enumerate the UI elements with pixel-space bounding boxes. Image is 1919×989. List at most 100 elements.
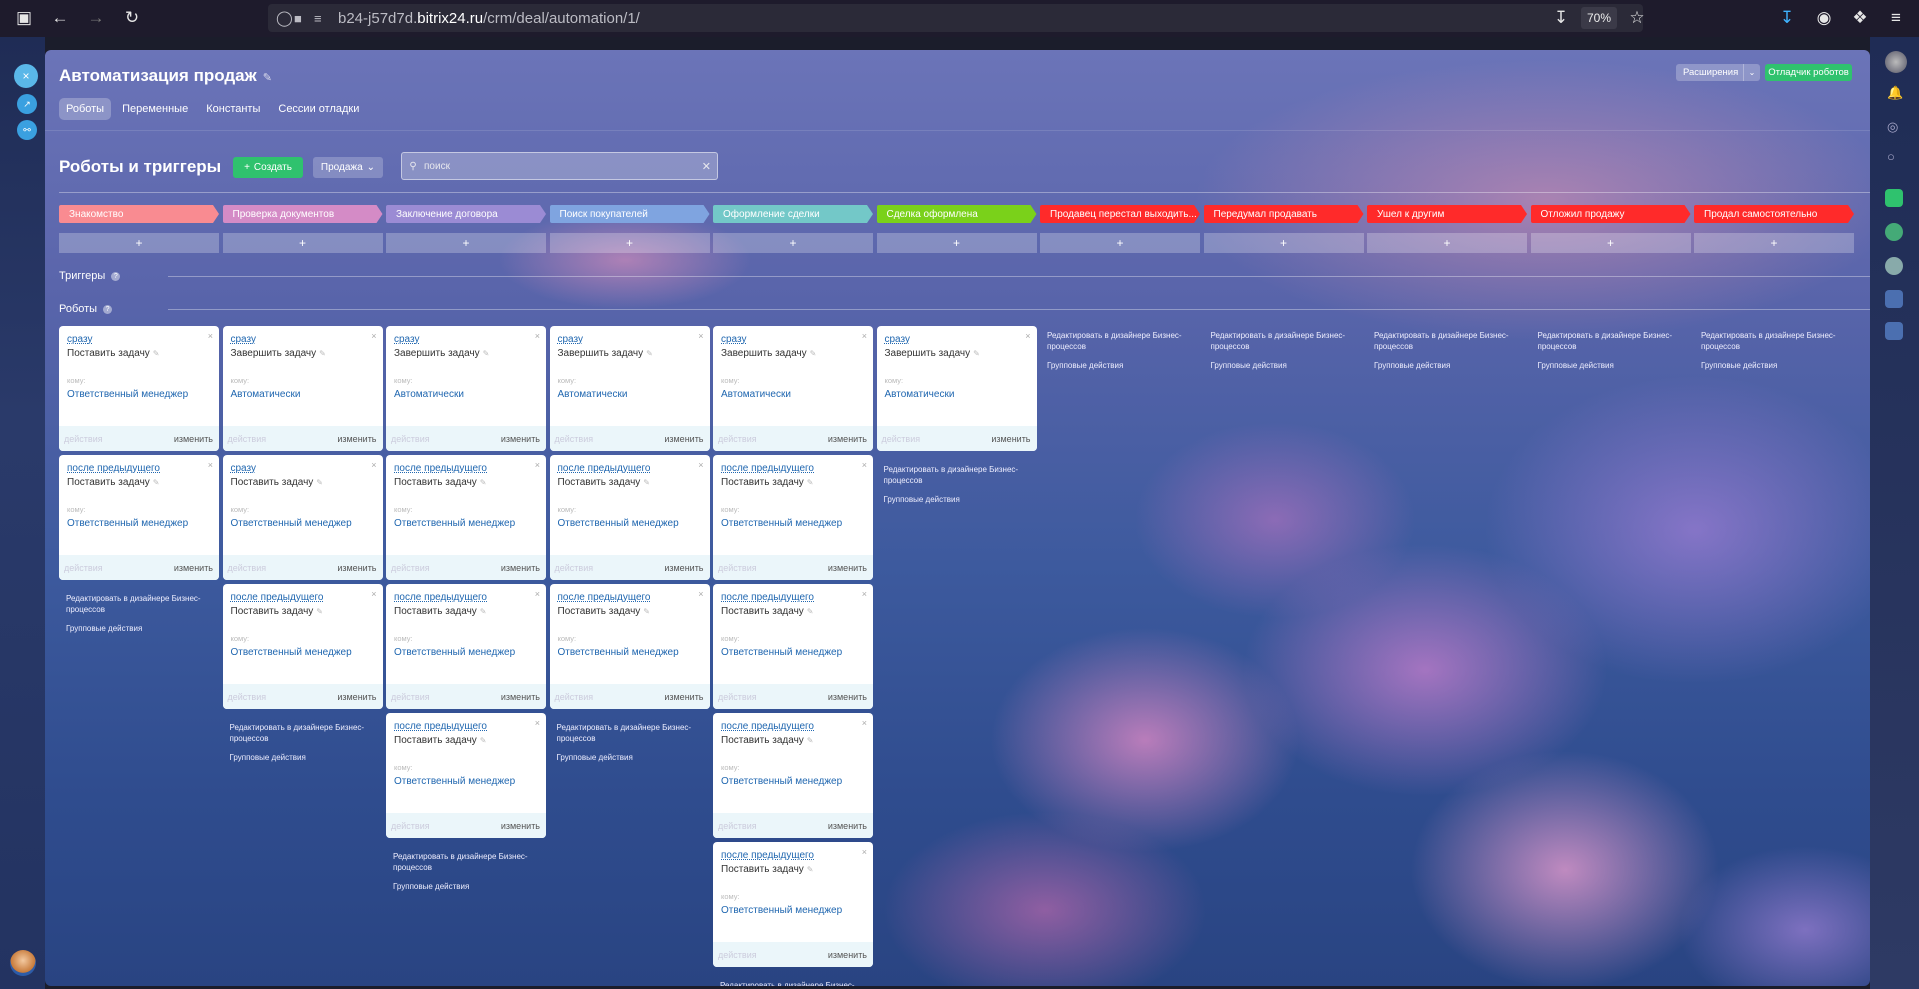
robot-delay-link[interactable]: после предыдущего: [231, 592, 324, 603]
robot-card[interactable]: после предыдущего Поставить задачу ✎ × кому:…: [59, 455, 219, 580]
close-icon[interactable]: ×: [862, 718, 867, 728]
robot-responsible-link[interactable]: Ответственный менеджер: [231, 647, 352, 658]
robot-change-link[interactable]: изменить: [174, 434, 213, 444]
search-sidebar-icon[interactable]: ◎: [1887, 119, 1898, 135]
create-button[interactable]: + Создать: [233, 157, 303, 178]
add-trigger-button[interactable]: +: [1367, 233, 1527, 253]
edit-pencil-icon[interactable]: ✎: [480, 607, 487, 616]
robot-responsible-link[interactable]: Ответственный менеджер: [558, 647, 679, 658]
robot-responsible-link[interactable]: Ответственный менеджер: [721, 905, 842, 916]
edit-in-designer-link[interactable]: Редактировать в дизайнере Бизнес-процесс…: [720, 980, 860, 986]
robot-card[interactable]: после предыдущего Поставить задачу ✎ × кому:…: [713, 455, 873, 580]
stage-1[interactable]: Знакомство: [59, 205, 219, 223]
robot-actions-link[interactable]: действия: [391, 434, 430, 444]
bookmark-star-icon[interactable]: ☆: [1626, 7, 1648, 29]
download-page-icon[interactable]: ↧: [1550, 7, 1572, 29]
edit-pencil-icon[interactable]: ✎: [807, 607, 814, 616]
group-actions-link[interactable]: Групповые действия: [393, 882, 469, 891]
robot-change-link[interactable]: изменить: [828, 950, 867, 960]
robot-card[interactable]: сразу Завершить задачу ✎ × кому: Автоматическ…: [386, 326, 546, 451]
stage-9[interactable]: Ушел к другим: [1367, 205, 1527, 223]
robot-change-link[interactable]: изменить: [828, 821, 867, 831]
close-icon[interactable]: ×: [862, 847, 867, 857]
close-icon[interactable]: ×: [208, 331, 213, 341]
add-trigger-button[interactable]: +: [59, 233, 219, 253]
robot-responsible-link[interactable]: Ответственный менеджер: [721, 518, 842, 529]
robot-card[interactable]: после предыдущего Поставить задачу ✎ × кому:…: [549, 455, 710, 580]
group-actions-link[interactable]: Групповые действия: [557, 753, 633, 762]
account-icon[interactable]: ◉: [1813, 7, 1835, 29]
group-actions-link[interactable]: Групповые действия: [230, 753, 306, 762]
robot-actions-link[interactable]: действия: [391, 563, 430, 573]
robot-actions-link[interactable]: действия: [555, 692, 594, 702]
robot-change-link[interactable]: изменить: [828, 434, 867, 444]
close-icon[interactable]: ×: [535, 718, 540, 728]
tab-debug-sessions[interactable]: Сессии отладки: [271, 98, 366, 120]
edit-pencil-icon[interactable]: ✎: [319, 349, 326, 358]
robot-responsible-link[interactable]: Ответственный менеджер: [67, 518, 188, 529]
edit-pencil-icon[interactable]: ✎: [153, 478, 160, 487]
robot-delay-link[interactable]: после предыдущего: [721, 592, 814, 603]
site-settings-icon[interactable]: ≡: [314, 11, 336, 26]
edit-pencil-icon[interactable]: ✎: [316, 607, 323, 616]
robot-delay-link[interactable]: сразу: [558, 334, 583, 345]
stage-7[interactable]: Продавец перестал выходить...: [1040, 205, 1200, 223]
pin-icon[interactable]: ✎: [263, 72, 272, 84]
contact-avatar[interactable]: [1885, 257, 1903, 275]
robot-change-link[interactable]: изменить: [337, 434, 376, 444]
edit-in-designer-link[interactable]: Редактировать в дизайнере Бизнес-процесс…: [1047, 330, 1187, 352]
close-icon[interactable]: ×: [698, 460, 703, 470]
edit-in-designer-link[interactable]: Редактировать в дизайнере Бизнес-процесс…: [1211, 330, 1351, 352]
stage-6[interactable]: Сделка оформлена: [877, 205, 1037, 223]
notifications-icon[interactable]: 🔔: [1887, 85, 1903, 101]
back-icon[interactable]: ←: [49, 7, 71, 29]
edit-pencil-icon[interactable]: ✎: [483, 349, 490, 358]
robot-actions-link[interactable]: действия: [718, 563, 757, 573]
robot-actions-link[interactable]: действия: [391, 692, 430, 702]
robot-delay-link[interactable]: сразу: [885, 334, 910, 345]
robot-change-link[interactable]: изменить: [501, 692, 540, 702]
robot-actions-link[interactable]: действия: [555, 434, 594, 444]
robot-card[interactable]: сразу Завершить задачу ✎ × кому: Автоматическ…: [549, 326, 710, 451]
robot-delay-link[interactable]: сразу: [231, 334, 256, 345]
edit-pencil-icon[interactable]: ✎: [480, 478, 487, 487]
robot-actions-link[interactable]: действия: [64, 563, 103, 573]
edit-in-designer-link[interactable]: Редактировать в дизайнере Бизнес-процесс…: [1538, 330, 1678, 352]
edit-pencil-icon[interactable]: ✎: [807, 478, 814, 487]
stage-10[interactable]: Отложил продажу: [1531, 205, 1691, 223]
robot-debugger-button[interactable]: Отладчик роботов: [1765, 64, 1852, 81]
edit-pencil-icon[interactable]: ✎: [810, 349, 817, 358]
stage-5[interactable]: Оформление сделки: [713, 205, 873, 223]
robot-card[interactable]: сразу Завершить задачу ✎ × кому: Автоматическ…: [222, 326, 383, 451]
robot-change-link[interactable]: изменить: [501, 821, 540, 831]
robot-delay-link[interactable]: после предыдущего: [558, 463, 651, 474]
add-trigger-button[interactable]: +: [386, 233, 546, 253]
extensions-icon[interactable]: ❖: [1849, 7, 1871, 29]
address-bar[interactable]: ◯ ■ ≡ b24-j57d7d.bitrix24.ru/crm/deal/au…: [268, 4, 1643, 32]
search-input[interactable]: ⚲ поиск ✕: [401, 152, 718, 180]
robot-change-link[interactable]: изменить: [337, 563, 376, 573]
robot-delay-link[interactable]: сразу: [231, 463, 256, 474]
close-icon[interactable]: ×: [862, 331, 867, 341]
robot-card[interactable]: после предыдущего Поставить задачу ✎ × кому:…: [386, 584, 546, 709]
group-actions-link[interactable]: Групповые действия: [1701, 361, 1777, 370]
close-icon[interactable]: ×: [862, 460, 867, 470]
add-trigger-button[interactable]: +: [1530, 233, 1691, 253]
close-icon[interactable]: ×: [1025, 331, 1030, 341]
group-actions-link[interactable]: Групповые действия: [1211, 361, 1287, 370]
clear-search-icon[interactable]: ✕: [702, 160, 711, 173]
robot-responsible-link[interactable]: Автоматически: [394, 389, 464, 400]
close-icon[interactable]: ×: [371, 331, 376, 341]
robot-actions-link[interactable]: действия: [228, 563, 267, 573]
forward-icon[interactable]: →: [85, 7, 107, 29]
robot-responsible-link[interactable]: Ответственный менеджер: [721, 647, 842, 658]
edit-pencil-icon[interactable]: ✎: [480, 736, 487, 745]
robot-actions-link[interactable]: действия: [228, 692, 267, 702]
robot-responsible-link[interactable]: Ответственный менеджер: [394, 647, 515, 658]
edit-in-designer-link[interactable]: Редактировать в дизайнере Бизнес-процесс…: [393, 851, 533, 873]
close-icon[interactable]: ×: [208, 460, 213, 470]
robot-card[interactable]: сразу Поставить задачу ✎ × кому: Ответственны…: [222, 455, 383, 580]
open-new-window-icon[interactable]: ↗: [17, 94, 37, 114]
tab-overview-icon[interactable]: ▣: [13, 7, 35, 29]
robot-change-link[interactable]: изменить: [337, 692, 376, 702]
